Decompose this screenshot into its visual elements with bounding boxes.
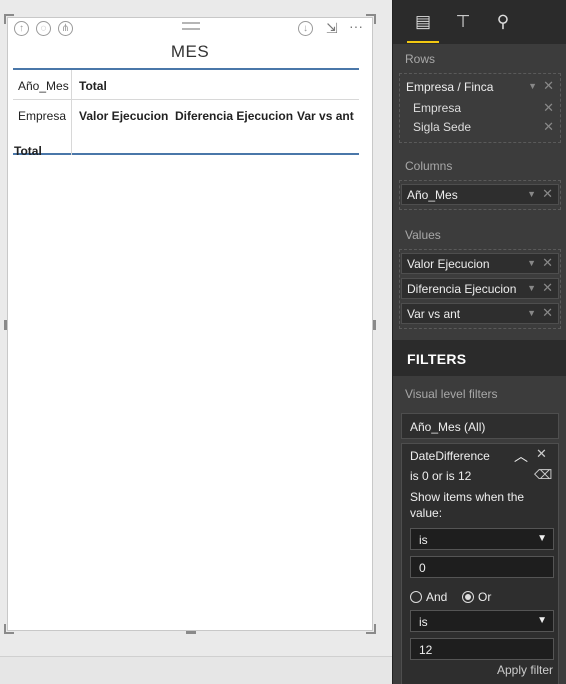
page-tabs-bar bbox=[0, 656, 392, 684]
chevron-down-icon[interactable]: ▼ bbox=[527, 283, 536, 293]
expand-hierarchy-icon[interactable]: ⋔ bbox=[58, 21, 73, 36]
remove-field-icon[interactable]: ✕ bbox=[543, 100, 554, 116]
column-header-total[interactable]: Total bbox=[79, 79, 107, 93]
fields-tab-icon[interactable]: ▤ bbox=[407, 12, 439, 43]
drag-grip-icon[interactable] bbox=[182, 22, 200, 30]
remove-field-icon[interactable]: ✕ bbox=[542, 186, 553, 202]
values-header-row: Empresa Valor Ejecucion Diferencia Ejecu… bbox=[13, 99, 359, 130]
rows-label: Rows bbox=[405, 52, 436, 66]
pane-tab-bar: ▤ ⊤ ⚲ bbox=[393, 0, 566, 44]
condition1-operator-select[interactable]: is ▼ bbox=[410, 528, 554, 550]
resize-handle-right[interactable] bbox=[373, 320, 376, 330]
columns-field-anio-mes[interactable]: Año_Mes ▼ ✕ bbox=[401, 184, 559, 205]
report-canvas: ↑ ◌ ⋔ ↓ ⇲ ··· MES Año_Mes Total Empresa … bbox=[0, 0, 392, 684]
value-header-diferencia-ejecucion[interactable]: Diferencia Ejecucion bbox=[175, 109, 293, 123]
value-header-var-vs-ant[interactable]: Var vs ant bbox=[297, 109, 354, 123]
resize-handle-bl2[interactable] bbox=[4, 632, 14, 634]
values-field-var-vs-ant[interactable]: Var vs ant ▼ ✕ bbox=[401, 303, 559, 324]
visualizations-pane: ▤ ⊤ ⚲ Rows Empresa / Finca ▼ ✕ Empresa ✕… bbox=[392, 0, 566, 684]
chevron-down-icon[interactable]: ▼ bbox=[527, 189, 536, 199]
resize-handle-br2[interactable] bbox=[366, 632, 376, 634]
chevron-down-icon[interactable]: ▼ bbox=[528, 81, 537, 91]
dropdown-arrow-icon: ▼ bbox=[537, 533, 547, 544]
visual-title: MES bbox=[170, 42, 210, 61]
app-window: ↑ ◌ ⋔ ↓ ⇲ ··· MES Año_Mes Total Empresa … bbox=[0, 0, 566, 684]
visual-level-filters-label: Visual level filters bbox=[405, 387, 498, 401]
and-radio[interactable] bbox=[410, 591, 422, 603]
values-field-diferencia-ejecucion[interactable]: Diferencia Ejecucion ▼ ✕ bbox=[401, 278, 559, 299]
focus-mode-icon[interactable]: ⇲ bbox=[326, 20, 338, 37]
chevron-down-icon[interactable]: ▼ bbox=[527, 258, 536, 268]
columns-label: Columns bbox=[405, 159, 453, 173]
resize-handle-tr2[interactable] bbox=[366, 14, 376, 16]
rows-field-empresa[interactable]: Empresa ✕ bbox=[401, 99, 559, 117]
rows-field-empresa-finca[interactable]: Empresa / Finca ▼ ✕ bbox=[401, 77, 559, 98]
collapse-chevron-up-icon[interactable]: ︿ bbox=[514, 446, 528, 466]
drill-up-icon[interactable]: ↑ bbox=[14, 21, 29, 36]
analytics-magnifier-icon[interactable]: ⚲ bbox=[491, 12, 515, 34]
remove-field-icon[interactable]: ✕ bbox=[543, 119, 554, 135]
more-options-icon[interactable]: ··· bbox=[349, 18, 363, 34]
or-radio[interactable] bbox=[462, 591, 474, 603]
filters-header: FILTERS bbox=[393, 340, 566, 376]
matrix-visual[interactable]: ↑ ◌ ⋔ ↓ ⇲ ··· MES Año_Mes Total Empresa … bbox=[4, 14, 376, 634]
values-field-valor-ejecucion[interactable]: Valor Ejecucion ▼ ✕ bbox=[401, 253, 559, 274]
dropdown-arrow-icon: ▼ bbox=[537, 615, 547, 626]
values-label: Values bbox=[405, 228, 441, 242]
drill-mode-icon[interactable]: ◌ bbox=[36, 21, 51, 36]
resize-handle-tl2[interactable] bbox=[4, 14, 14, 16]
column-header-anio-mes[interactable]: Año_Mes bbox=[18, 79, 69, 93]
remove-field-icon[interactable]: ✕ bbox=[543, 78, 554, 94]
eraser-icon[interactable]: ⌫ bbox=[534, 467, 552, 483]
filter-name: DateDifference bbox=[410, 449, 490, 463]
logic-and-option[interactable]: And bbox=[410, 588, 460, 606]
apply-filter-button[interactable]: Apply filter bbox=[497, 663, 553, 677]
drill-down-icon[interactable]: ↓ bbox=[298, 21, 313, 36]
logic-or-option[interactable]: Or bbox=[462, 588, 512, 606]
format-paint-roller-icon[interactable]: ⊤ bbox=[451, 12, 475, 34]
total-row: Total bbox=[13, 135, 359, 166]
matrix-table: Año_Mes Total Empresa Valor Ejecucion Di… bbox=[13, 68, 359, 161]
condition1-value-input[interactable]: 0 bbox=[410, 556, 554, 578]
visual-header: ↑ ◌ ⋔ ↓ ⇲ ··· bbox=[8, 18, 372, 40]
resize-handle-left[interactable] bbox=[4, 320, 7, 330]
remove-field-icon[interactable]: ✕ bbox=[542, 305, 553, 321]
filter-anio-mes[interactable]: Año_Mes (All) bbox=[401, 413, 559, 439]
condition2-value-input[interactable]: 12 bbox=[410, 638, 554, 660]
value-header-valor-ejecucion[interactable]: Valor Ejecucion bbox=[79, 109, 168, 123]
column-header-row: Año_Mes Total bbox=[13, 70, 359, 101]
filter-summary: is 0 or is 12 bbox=[410, 469, 472, 483]
filter-date-difference: DateDifference ︿ ✕ is 0 or is 12 ⌫ Show … bbox=[401, 443, 559, 684]
remove-field-icon[interactable]: ✕ bbox=[542, 255, 553, 271]
rows-field-sigla-sede[interactable]: Sigla Sede ✕ bbox=[401, 118, 559, 136]
total-label: Total bbox=[14, 144, 42, 158]
remove-filter-icon[interactable]: ✕ bbox=[536, 446, 547, 462]
row-header-empresa[interactable]: Empresa bbox=[18, 109, 66, 123]
remove-field-icon[interactable]: ✕ bbox=[542, 280, 553, 296]
chevron-down-icon[interactable]: ▼ bbox=[527, 308, 536, 318]
resize-handle-bottom[interactable] bbox=[186, 631, 196, 634]
show-items-label: Show items when the value: bbox=[410, 490, 525, 520]
condition2-operator-select[interactable]: is ▼ bbox=[410, 610, 554, 632]
